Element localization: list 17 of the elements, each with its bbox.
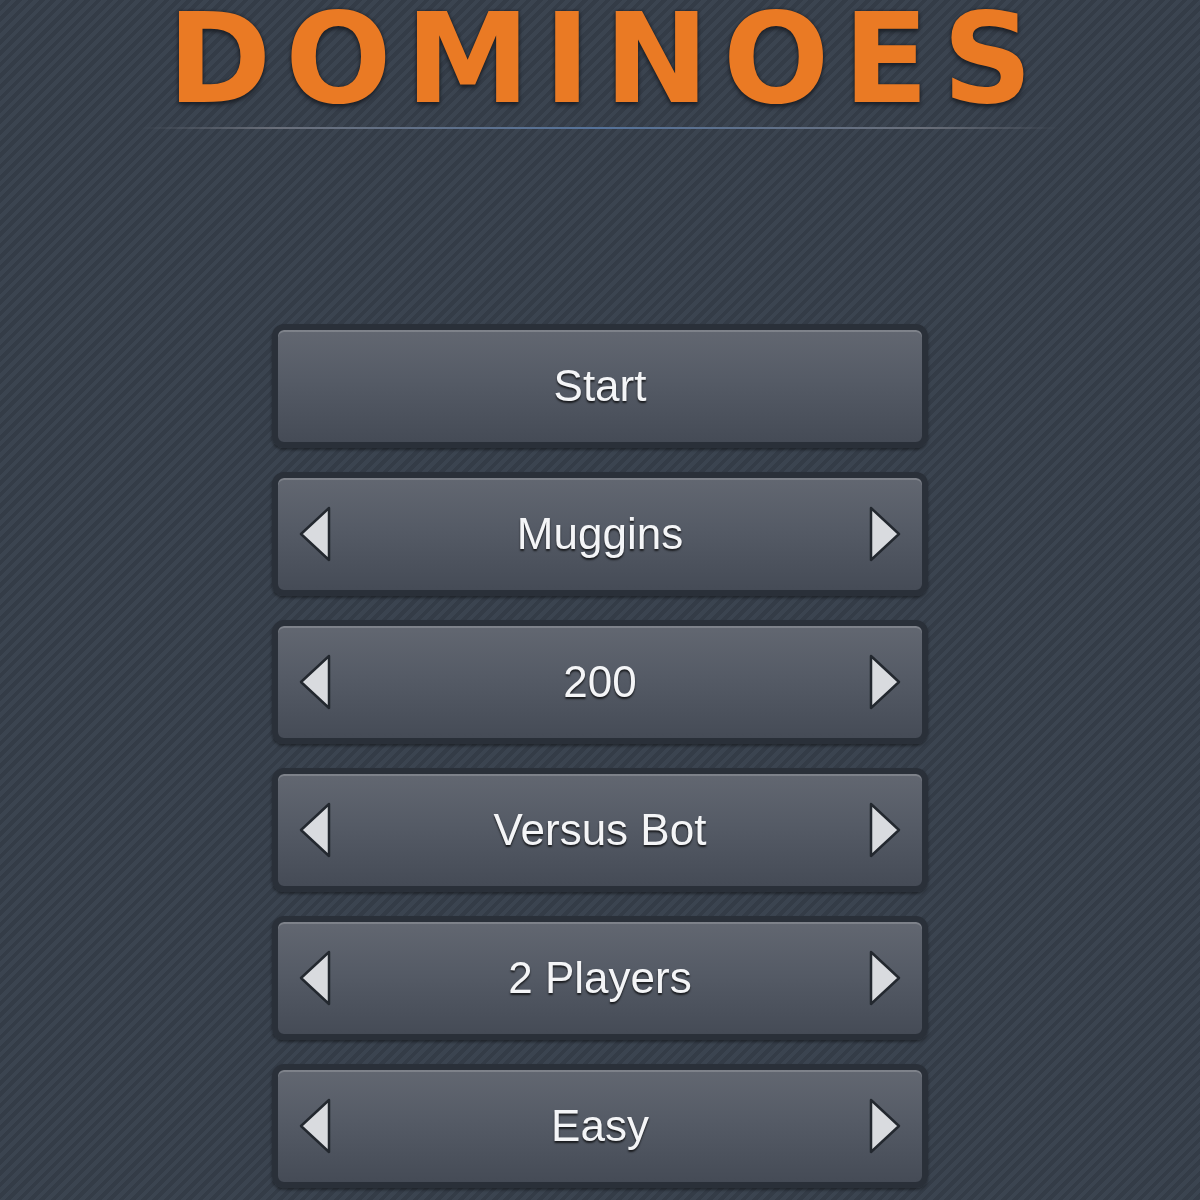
option-selector[interactable]: Easy xyxy=(272,1064,928,1189)
previous-arrow-icon[interactable] xyxy=(299,506,331,563)
start-button[interactable]: Start xyxy=(272,324,928,449)
next-arrow-icon[interactable] xyxy=(869,654,901,711)
previous-arrow-icon[interactable] xyxy=(299,1098,331,1155)
previous-arrow-icon[interactable] xyxy=(299,654,331,711)
option-selector[interactable]: 2 Players xyxy=(272,916,928,1041)
next-arrow-icon[interactable] xyxy=(869,950,901,1007)
game-title: DOMINOES xyxy=(166,6,1047,113)
previous-arrow-icon[interactable] xyxy=(299,802,331,859)
next-arrow-icon[interactable] xyxy=(869,802,901,859)
option-selector[interactable]: Muggins xyxy=(272,472,928,597)
previous-arrow-icon[interactable] xyxy=(299,950,331,1007)
next-arrow-icon[interactable] xyxy=(869,1098,901,1155)
next-arrow-icon[interactable] xyxy=(869,506,901,563)
option-selector[interactable]: Versus Bot xyxy=(272,768,928,893)
option-selector[interactable]: 200 xyxy=(272,620,928,745)
